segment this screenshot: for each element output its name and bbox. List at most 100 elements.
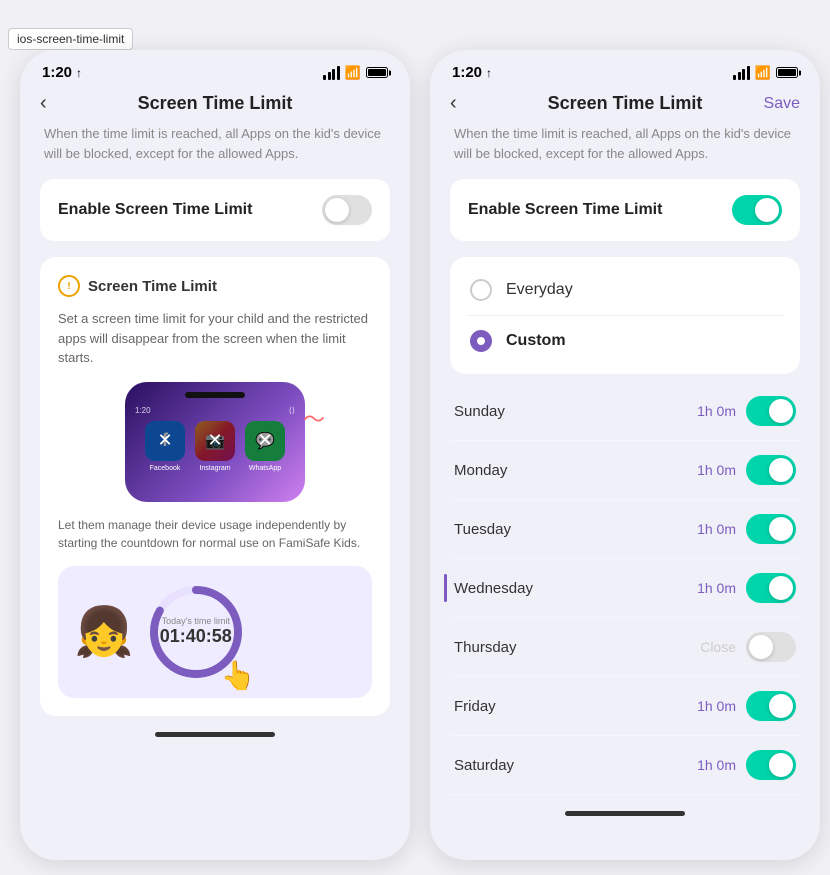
squiggle-decoration: 〜 bbox=[303, 402, 325, 434]
day-time-saturday: 1h 0m bbox=[697, 757, 736, 773]
day-name-tuesday: Tuesday bbox=[454, 521, 511, 538]
day-time-sunday: 1h 0m bbox=[697, 403, 736, 419]
day-row-tuesday[interactable]: Tuesday 1h 0m bbox=[450, 500, 800, 559]
left-phone: 1:20 ↑ 📶 ‹ Screen Time Limit bbox=[20, 50, 410, 860]
right-home-indicator bbox=[565, 811, 685, 816]
day-toggle-knob-friday bbox=[769, 694, 793, 718]
day-right-tuesday: 1h 0m bbox=[697, 514, 796, 544]
phone-mockup: 1:20 ⟨⟩ f ✕ Facebook bbox=[125, 382, 305, 502]
left-back-button[interactable]: ‹ bbox=[40, 92, 47, 115]
left-status-bar: 1:20 ↑ 📶 bbox=[20, 50, 410, 87]
right-time: 1:20 bbox=[452, 64, 482, 81]
day-row-saturday[interactable]: Saturday1h 0m bbox=[450, 736, 800, 795]
day-toggle-monday[interactable] bbox=[746, 455, 796, 485]
mock-status: 1:20 ⟨⟩ bbox=[135, 406, 295, 415]
day-time-friday: 1h 0m bbox=[697, 698, 736, 714]
day-toggle-knob-sunday bbox=[769, 399, 793, 423]
left-home-indicator bbox=[155, 732, 275, 737]
day-toggle-knob-thursday bbox=[749, 635, 773, 659]
phones-row: 1:20 ↑ 📶 ‹ Screen Time Limit bbox=[0, 20, 830, 860]
day-toggle-thursday[interactable] bbox=[746, 632, 796, 662]
day-toggle-knob-monday bbox=[769, 458, 793, 482]
mock-app-whatsapp: 💬 ✕ WhatsApp bbox=[245, 421, 285, 472]
whatsapp-icon: 💬 ✕ bbox=[245, 421, 285, 461]
right-signal-icon bbox=[733, 66, 750, 80]
everyday-radio-row[interactable]: Everyday bbox=[466, 265, 784, 316]
timer-circle: Today's time limit 01:40:58 👆 bbox=[146, 582, 246, 682]
custom-radio[interactable] bbox=[470, 330, 492, 352]
day-name-friday: Friday bbox=[454, 698, 496, 715]
right-toggle-row: Enable Screen Time Limit bbox=[450, 179, 800, 241]
right-status-left: 1:20 ↑ bbox=[452, 64, 492, 81]
left-nav-title: Screen Time Limit bbox=[138, 93, 293, 114]
day-toggle-knob-saturday bbox=[769, 753, 793, 777]
left-signal-icon bbox=[323, 66, 340, 80]
phone-mockup-wrap: 1:20 ⟨⟩ f ✕ Facebook bbox=[115, 382, 315, 502]
right-toggle-switch[interactable] bbox=[732, 195, 782, 225]
day-toggle-knob-wednesday bbox=[769, 576, 793, 600]
right-battery-icon bbox=[776, 67, 798, 78]
right-wifi-icon: 📶 bbox=[755, 65, 771, 81]
left-toggle-switch[interactable] bbox=[322, 195, 372, 225]
day-right-wednesday: 1h 0m bbox=[697, 573, 796, 603]
everyday-label: Everyday bbox=[506, 281, 573, 299]
hand-pointer-icon: 👆 bbox=[221, 659, 256, 692]
day-time-thursday: Close bbox=[700, 639, 736, 655]
mock-notch bbox=[185, 392, 245, 398]
instagram-icon: 📷 ✕ bbox=[195, 421, 235, 461]
mock-apps: f ✕ Facebook 📷 ✕ bbox=[145, 421, 285, 472]
day-toggle-tuesday[interactable] bbox=[746, 514, 796, 544]
right-phone: 1:20 ↑ 📶 ‹ Screen Time Limit Save bbox=[430, 50, 820, 860]
day-row-monday[interactable]: Monday 1h 0m bbox=[450, 441, 800, 500]
right-nav-title: Screen Time Limit bbox=[548, 93, 703, 114]
day-name-monday: Monday bbox=[454, 462, 507, 479]
timer-value: 01:40:58 bbox=[160, 626, 232, 647]
left-toggle-knob bbox=[325, 198, 349, 222]
right-nav-bar: ‹ Screen Time Limit Save bbox=[430, 87, 820, 124]
left-description: When the time limit is reached, all Apps… bbox=[40, 124, 390, 163]
left-status-left: 1:20 ↑ bbox=[42, 64, 82, 81]
right-description: When the time limit is reached, all Apps… bbox=[450, 124, 800, 163]
clock-icon: ! bbox=[58, 275, 80, 297]
day-row-wednesday[interactable]: Wednesday 1h 0m bbox=[450, 559, 800, 618]
day-right-monday: 1h 0m bbox=[697, 455, 796, 485]
right-back-button[interactable]: ‹ bbox=[450, 92, 457, 115]
right-toggle-knob bbox=[755, 198, 779, 222]
page-tag: ios-screen-time-limit bbox=[8, 28, 133, 50]
left-info-card: ! Screen Time Limit Set a screen time li… bbox=[40, 257, 390, 716]
day-name-wednesday: Wednesday bbox=[454, 580, 533, 597]
left-time: 1:20 bbox=[42, 64, 72, 81]
block-overlay: ✕ bbox=[145, 421, 185, 461]
timer-card: 👧 Today's time limit 01:40:58 👆 bbox=[58, 566, 372, 698]
facebook-icon: f ✕ bbox=[145, 421, 185, 461]
timer-label: Today's time limit bbox=[162, 616, 230, 626]
day-time-monday: 1h 0m bbox=[697, 462, 736, 478]
day-right-friday: 1h 0m bbox=[697, 691, 796, 721]
left-toggle-label: Enable Screen Time Limit bbox=[58, 201, 252, 219]
day-toggle-saturday[interactable] bbox=[746, 750, 796, 780]
left-info-desc: Set a screen time limit for your child a… bbox=[58, 309, 372, 368]
right-status-right: 📶 bbox=[733, 65, 798, 81]
day-right-sunday: 1h 0m bbox=[697, 396, 796, 426]
left-nav-bar: ‹ Screen Time Limit bbox=[20, 87, 410, 124]
day-right-thursday: Close bbox=[700, 632, 796, 662]
left-wifi-icon: 📶 bbox=[345, 65, 361, 81]
day-time-tuesday: 1h 0m bbox=[697, 521, 736, 537]
custom-radio-row[interactable]: Custom bbox=[466, 316, 784, 366]
day-toggle-wednesday[interactable] bbox=[746, 573, 796, 603]
left-toggle-row: Enable Screen Time Limit bbox=[40, 179, 390, 241]
right-toggle-label: Enable Screen Time Limit bbox=[468, 201, 662, 219]
famikids-desc: Let them manage their device usage indep… bbox=[58, 516, 372, 552]
day-toggle-friday[interactable] bbox=[746, 691, 796, 721]
left-info-title: ! Screen Time Limit bbox=[58, 275, 372, 297]
day-toggle-knob-tuesday bbox=[769, 517, 793, 541]
mock-app-facebook: f ✕ Facebook bbox=[145, 421, 185, 472]
day-toggle-sunday[interactable] bbox=[746, 396, 796, 426]
page-wrapper: ios-screen-time-limit 1:20 ↑ 📶 bbox=[0, 20, 830, 875]
everyday-radio[interactable] bbox=[470, 279, 492, 301]
right-save-button[interactable]: Save bbox=[764, 95, 800, 113]
day-row-sunday[interactable]: Sunday1h 0m bbox=[450, 382, 800, 441]
day-row-thursday[interactable]: ThursdayClose bbox=[450, 618, 800, 677]
day-row-friday[interactable]: Friday 1h 0m bbox=[450, 677, 800, 736]
block-overlay-ig: ✕ bbox=[195, 421, 235, 461]
